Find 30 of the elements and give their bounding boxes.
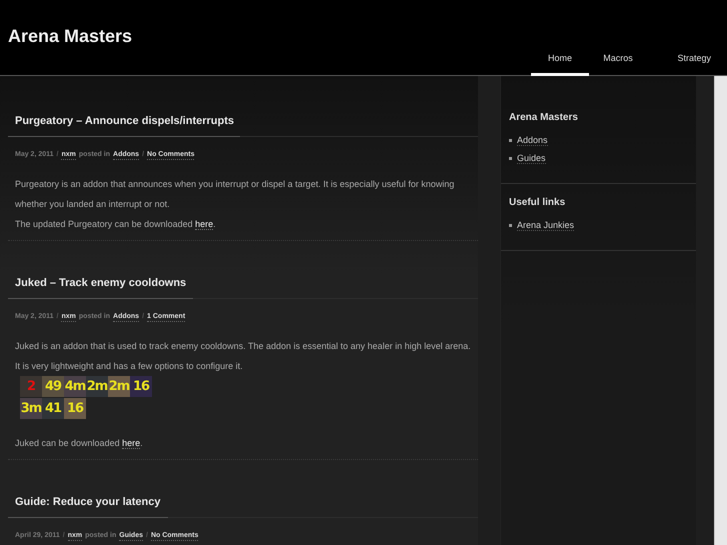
post-title[interactable]: Purgeatory – Announce dispels/interrupts (8, 76, 478, 127)
bullet-icon (509, 156, 512, 160)
download-link[interactable]: here (122, 438, 140, 449)
post-paragraph: Juked is an addon that is used to track enemy cooldowns. The addon is essential to any healer in high level arena. It is very lightweight and has a few options to configure it. (15, 340, 472, 373)
scrollbar[interactable] (714, 76, 727, 545)
bullet-icon (509, 224, 512, 226)
post-title[interactable]: Juked – Track enemy cooldowns (8, 241, 478, 289)
post-paragraph: Juked can be downloaded here. (15, 437, 144, 451)
bullet-icon (509, 138, 512, 142)
nav-tab[interactable]: Strategy (647, 53, 715, 77)
cooldown-timer: 3m (20, 402, 42, 416)
sidebar-link[interactable]: Guides (517, 152, 546, 164)
post-paragraph: The updated Purgeatory can be downloaded here. (15, 218, 217, 232)
post-title[interactable]: Guide: Reduce your latency (8, 460, 478, 508)
site-title[interactable]: Arena Masters (0, 26, 132, 75)
widget-heading: Useful links (509, 197, 566, 208)
nav-tab[interactable]: Macros (589, 53, 647, 77)
cooldown-timer: 4m (64, 380, 86, 394)
cooldown-timer: 2m (108, 380, 130, 394)
cooldown-timer: 2m (86, 380, 108, 394)
post-paragraph: Purgeatory is an addon that announces when you interrupt or dispel a target. It is especially useful for knowing whether you landed an interrupt or not. (15, 178, 456, 211)
sidebar-link[interactable]: Arena Junkies (517, 220, 574, 230)
widget-heading: Arena Masters (509, 112, 579, 123)
cooldown-timer: 2 (26, 380, 36, 394)
sidebar-link[interactable]: Addons (517, 134, 548, 146)
cooldown-timer: 49 (44, 380, 62, 394)
cooldown-timer: 41 (44, 402, 62, 416)
cooldown-timer: 16 (66, 402, 84, 416)
download-link[interactable]: here (195, 219, 214, 230)
cooldown-timer: 16 (132, 380, 150, 394)
